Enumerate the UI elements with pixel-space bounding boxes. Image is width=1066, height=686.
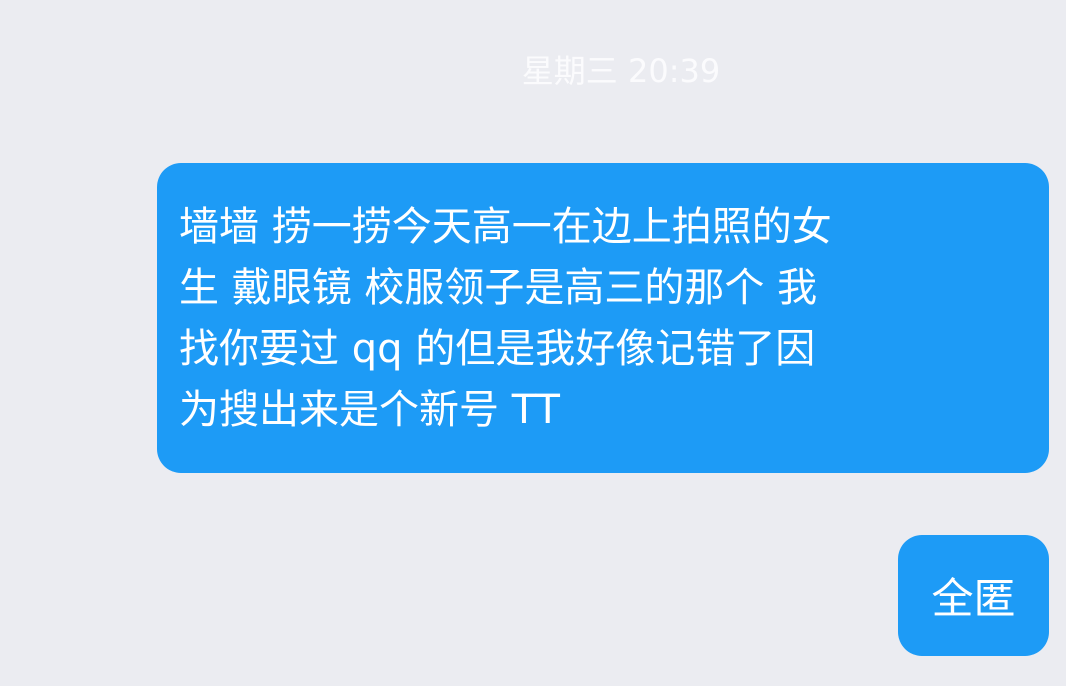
message-text: 全匿	[931, 574, 1016, 623]
message-timestamp: 星期三 20:39	[521, 52, 721, 90]
message-text-line: 生 戴眼镜 校服领子是高三的那个 我	[179, 265, 818, 311]
message-bubble[interactable]: 全匿	[898, 535, 1049, 656]
message-text-line: 找你要过 qq 的但是我好像记错了因	[179, 326, 816, 372]
message-text-line: 为搜出来是个新号 TT	[179, 387, 560, 433]
message-bubble[interactable]: 墙墙 捞一捞今天高一在边上拍照的女 生 戴眼镜 校服领子是高三的那个 我 找你要…	[157, 163, 1049, 473]
message-text-line: 墙墙 捞一捞今天高一在边上拍照的女	[179, 204, 832, 250]
